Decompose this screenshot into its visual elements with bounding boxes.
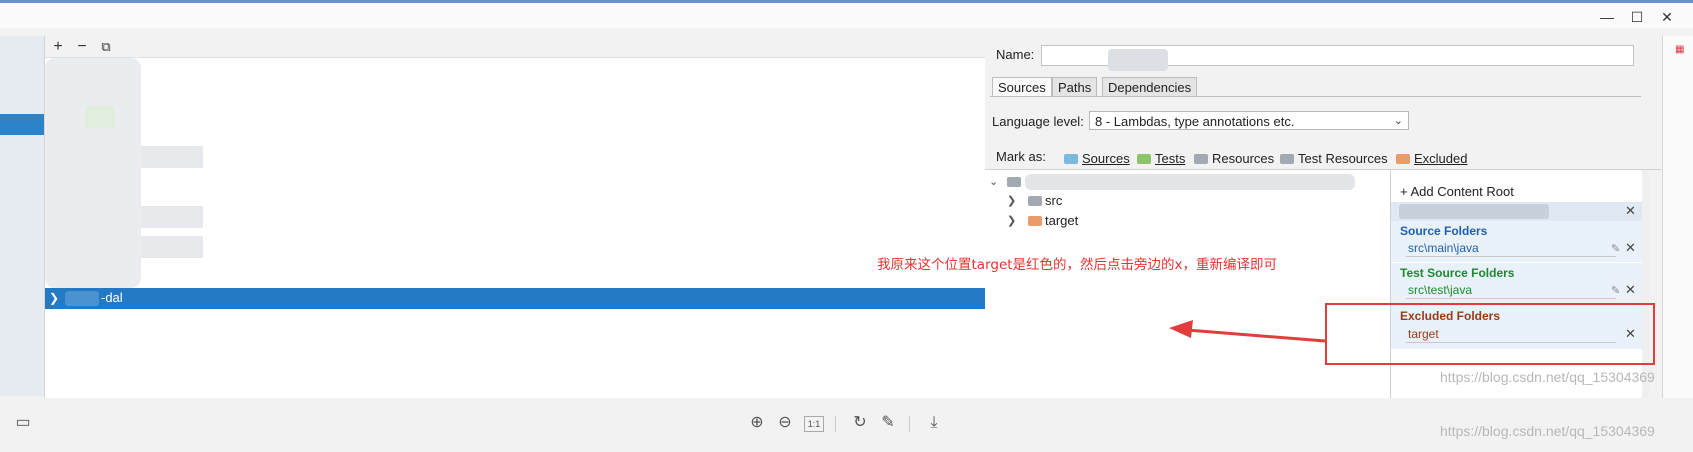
remove-content-root-icon[interactable]: ✕ [1625, 203, 1636, 219]
edit-properties-icon[interactable]: ✎ [1611, 284, 1620, 297]
window-title-bar: — ☐ ✕ [0, 0, 1693, 28]
add-content-root-button[interactable]: + Add Content Root [1400, 184, 1514, 199]
src-folder-icon [1028, 196, 1042, 206]
target-folder-label: target [1045, 213, 1079, 228]
chevron-right-icon[interactable]: ❯ [49, 291, 59, 305]
redacted-module-prefix [65, 291, 99, 306]
redacted-content-root-path [1025, 174, 1355, 190]
mark-as-test-resources-label: Test Resources [1298, 151, 1388, 166]
test-source-folders-title: Test Source Folders [1400, 266, 1515, 280]
test-source-folders-section: Test Source Folders src\test\java ✎ ✕ [1391, 263, 1643, 304]
mark-as-excluded-label: Excluded [1414, 151, 1468, 166]
mark-as-excluded-button[interactable]: Excluded [1396, 150, 1467, 168]
panel-toggle-icon[interactable]: ▭ [12, 412, 34, 434]
source-folders-section: Source Folders src\main\java ✎ ✕ [1391, 221, 1643, 262]
redacted-module-list [45, 58, 141, 288]
tree-row-content-root[interactable]: ⌄ [985, 172, 1390, 192]
mark-as-resources-button[interactable]: Resources [1194, 150, 1274, 168]
sources-folder-icon [1064, 154, 1078, 164]
separator [835, 416, 836, 432]
folder-icon [1007, 177, 1021, 187]
right-edge-panel: ▦ [1662, 36, 1693, 398]
tab-dependencies[interactable]: Dependencies [1102, 77, 1198, 97]
remove-module-button[interactable]: − [71, 37, 93, 57]
language-level-label: Language level: [992, 114, 1084, 129]
minimize-icon[interactable]: — [1597, 9, 1617, 25]
separator [1406, 256, 1616, 257]
chevron-right-icon[interactable]: ❯ [1007, 211, 1016, 231]
highlight-box [1325, 303, 1655, 365]
target-folder-icon [1028, 216, 1042, 226]
language-level-select[interactable]: 8 - Lambdas, type annotations etc. ⌄ [1089, 111, 1409, 130]
test-resources-folder-icon [1280, 154, 1294, 164]
rotate-icon[interactable]: ↻ [849, 412, 871, 434]
annotation-arrow [1169, 320, 1326, 343]
restore-icon[interactable]: ☐ [1627, 9, 1647, 25]
left-sidebar-selected-item[interactable] [0, 114, 44, 135]
edit-icon[interactable]: ✎ [877, 412, 899, 434]
redacted-module-fragment [141, 236, 203, 258]
chevron-right-icon[interactable]: ❯ [1007, 191, 1016, 211]
remove-source-folder-icon[interactable]: ✕ [1625, 240, 1636, 256]
separator [1406, 298, 1616, 299]
watermark: https://blog.csdn.net/qq_15304369 [1440, 369, 1655, 385]
tab-sources[interactable]: Sources [992, 77, 1052, 97]
redacted-content-root [1399, 204, 1549, 219]
redacted-module-name [1108, 49, 1168, 71]
tests-folder-icon [1137, 154, 1151, 164]
mark-as-tests-label: Tests [1155, 151, 1186, 166]
annotation-text: 我原来这个位置target是红色的，然后点击旁边的x，重新编译即可 [877, 257, 1278, 273]
zoom-in-icon[interactable]: ⊕ [746, 412, 768, 434]
redacted-module-fragment [85, 106, 115, 128]
close-window-icon[interactable]: ✕ [1657, 9, 1677, 25]
module-name-input[interactable] [1041, 45, 1634, 71]
mark-as-label: Mark as: [996, 149, 1046, 164]
tree-row-target[interactable]: ❯ target [985, 211, 1390, 231]
tree-row-dal-module[interactable]: ❯ -dal [45, 288, 986, 309]
tab-paths[interactable]: Paths [1052, 77, 1098, 97]
download-icon[interactable]: ⤓ [923, 412, 945, 434]
module-tree-panel: + − ⧉ ❯ -dal [44, 36, 987, 398]
mark-as-sources-button[interactable]: Sources [1064, 150, 1130, 168]
redacted-module-fragment [141, 206, 203, 228]
test-source-folder-item: src\test\java [1408, 283, 1473, 297]
src-folder-label: src [1045, 193, 1063, 208]
arrow-shaft [1186, 328, 1326, 343]
module-tree-toolbar: + − ⧉ [45, 36, 986, 58]
resources-folder-icon [1194, 154, 1208, 164]
name-label: Name: [996, 47, 1035, 62]
arrow-head [1169, 320, 1193, 338]
mark-as-resources-label: Resources [1212, 151, 1275, 166]
module-name-label: -dal [101, 290, 123, 305]
actual-size-icon[interactable]: 1:1 [804, 416, 824, 432]
copy-module-button[interactable]: ⧉ [95, 37, 117, 57]
tree-row-src[interactable]: ❯ src [985, 191, 1390, 211]
content-root-header: ✕ [1391, 202, 1643, 221]
mark-as-sources-label: Sources [1082, 151, 1130, 166]
mark-as-test-resources-button[interactable]: Test Resources [1280, 150, 1388, 168]
watermark: https://blog.csdn.net/qq_15304369 [1440, 423, 1655, 439]
left-sidebar [0, 36, 44, 396]
remove-test-source-folder-icon[interactable]: ✕ [1625, 282, 1636, 298]
language-level-value: 8 - Lambdas, type annotations etc. [1095, 114, 1295, 129]
separator [909, 416, 910, 432]
mark-as-tests-button[interactable]: Tests [1137, 150, 1185, 168]
chevron-down-icon[interactable]: ⌄ [989, 172, 998, 192]
chevron-down-icon: ⌄ [1393, 115, 1403, 127]
grid-icon[interactable]: ▦ [1675, 44, 1684, 55]
excluded-folder-icon [1396, 154, 1410, 164]
tab-divider [990, 96, 1641, 97]
add-module-button[interactable]: + [47, 37, 69, 57]
redacted-module-fragment [141, 146, 203, 168]
edit-properties-icon[interactable]: ✎ [1611, 242, 1620, 255]
source-folder-item: src\main\java [1408, 241, 1479, 255]
zoom-out-icon[interactable]: ⊖ [774, 412, 796, 434]
source-folders-title: Source Folders [1400, 224, 1488, 238]
